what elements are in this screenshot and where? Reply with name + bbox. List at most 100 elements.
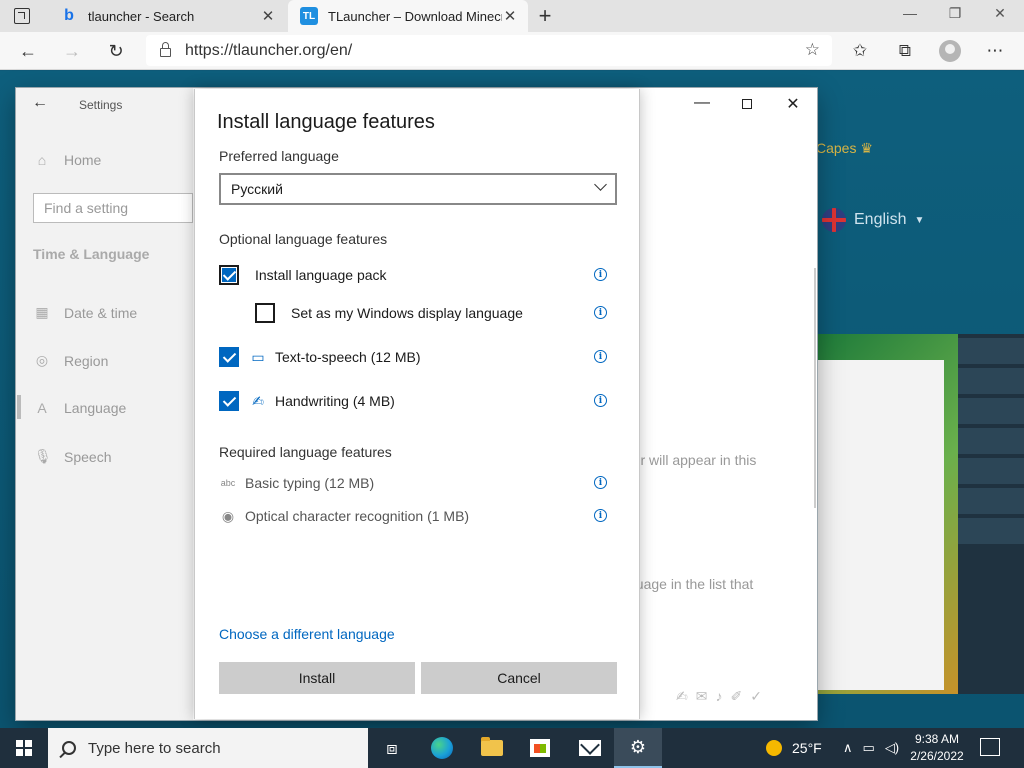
calendar-icon: ▦ [35, 304, 49, 320]
feature-label: Set as my Windows display language [291, 305, 523, 321]
menu-row[interactable] [958, 398, 1024, 424]
profile-button[interactable] [938, 39, 962, 63]
close-tab-icon[interactable]: ✕ [502, 7, 518, 25]
language-icon: A [37, 400, 47, 416]
info-icon[interactable]: i [594, 509, 607, 522]
sidebar-item-label: Speech [64, 448, 112, 465]
favorites-icon[interactable]: ✩ [848, 39, 872, 63]
site-language-selector[interactable]: English ▼ [822, 208, 924, 232]
start-button[interactable] [0, 728, 48, 768]
volume-icon[interactable]: ◁) [885, 740, 899, 756]
choose-different-language-link[interactable]: Choose a different language [219, 626, 395, 642]
tab-actions-icon[interactable] [14, 8, 30, 24]
menu-row[interactable] [958, 428, 1024, 454]
more-menu-icon[interactable]: ⋯ [983, 39, 1007, 63]
sidebar-item-label: Date & time [64, 304, 138, 321]
menu-row[interactable] [958, 338, 1024, 364]
back-arrow-icon[interactable]: ← [32, 94, 48, 112]
tts-icon: ▭ [251, 348, 265, 365]
sidebar-item-date-time[interactable]: ▦ Date & time [34, 304, 137, 321]
install-language-dialog: Install language features Preferred lang… [194, 89, 640, 719]
site-news-panel [816, 360, 944, 690]
tab-bing-search[interactable]: b tlauncher - Search ✕ [48, 0, 286, 32]
info-icon[interactable]: i [594, 306, 607, 319]
home-icon: ⌂ [37, 152, 47, 168]
menu-row[interactable] [958, 488, 1024, 514]
feature-display-language[interactable]: Set as my Windows display language i [255, 300, 617, 326]
info-icon[interactable]: i [594, 476, 607, 489]
search-placeholder: Type here to search [88, 739, 221, 757]
forward-button[interactable]: → [60, 39, 84, 63]
weather-widget[interactable]: 25°F [766, 728, 822, 768]
minimize-browser-button[interactable]: — [899, 5, 921, 21]
restore-browser-button[interactable]: ❐ [944, 5, 966, 22]
feature-basic-typing: abc Basic typing (12 MB) i [219, 470, 617, 496]
find-setting-input[interactable]: Find a setting [33, 193, 193, 223]
scrollbar[interactable] [814, 268, 816, 508]
minimize-button[interactable]: — [690, 94, 714, 112]
back-button[interactable]: ← [16, 39, 40, 63]
checkbox[interactable] [219, 391, 239, 411]
tl-icon: TL [300, 7, 318, 25]
store-button[interactable] [516, 728, 564, 768]
collections-icon[interactable]: ⧉ [893, 39, 917, 63]
network-icon[interactable]: ▭ [863, 740, 875, 756]
uk-flag-icon [822, 208, 846, 232]
browser-tab-strip: b tlauncher - Search ✕ TL TLauncher – Do… [0, 0, 1024, 32]
feature-label: Optical character recognition (1 MB) [245, 508, 470, 524]
info-icon[interactable]: i [594, 394, 607, 407]
sidebar-item-language[interactable]: A Language [34, 400, 126, 416]
search-icon [62, 741, 76, 755]
file-explorer-button[interactable] [468, 728, 516, 768]
cancel-button[interactable]: Cancel [421, 662, 617, 694]
content-text-fragment: guage in the list that [628, 576, 754, 592]
globe-icon: ◎ [35, 352, 49, 368]
close-browser-button[interactable]: ✕ [989, 5, 1011, 22]
tab-title: tlauncher - Search [88, 8, 195, 24]
sidebar-item-speech[interactable]: 🎙 Speech [34, 448, 111, 465]
feature-text-to-speech[interactable]: ▭ Text-to-speech (12 MB) i [219, 344, 617, 370]
refresh-button[interactable]: ↻ [104, 39, 128, 63]
preferred-language-dropdown[interactable]: Русский [219, 173, 617, 205]
close-button[interactable]: ✕ [781, 94, 805, 114]
clock-time: 9:38 AM [914, 732, 960, 746]
site-capes-link[interactable]: Capes ♛ [816, 140, 873, 157]
capes-label: Capes [816, 140, 857, 156]
info-icon[interactable]: i [594, 350, 607, 363]
info-icon[interactable]: i [594, 268, 607, 281]
taskbar-search-input[interactable]: Type here to search [48, 728, 368, 768]
mail-icon [579, 740, 601, 756]
new-tab-button[interactable]: + [534, 3, 556, 29]
address-bar[interactable]: https://tlauncher.org/en/ ☆ [146, 35, 832, 66]
language-feature-icons: ✍✉♪✐✓ [676, 688, 770, 704]
clock[interactable]: 9:38 AM 2/26/2022 [900, 731, 974, 765]
mail-button[interactable] [566, 728, 614, 768]
taskbar: Type here to search ⧈ ⚙ 25°F ∧ ▭ ◁) 9:38… [0, 728, 1024, 768]
edge-icon [431, 737, 453, 759]
tab-tlauncher[interactable]: TL TLauncher – Download Minecraf ✕ [288, 0, 528, 32]
add-favorite-icon[interactable]: ☆ [805, 40, 820, 60]
menu-row[interactable] [958, 368, 1024, 394]
install-button[interactable]: Install [219, 662, 415, 694]
bing-icon: b [64, 7, 74, 24]
settings-taskbar-button[interactable]: ⚙ [614, 728, 662, 768]
menu-row[interactable] [958, 518, 1024, 544]
task-view-icon[interactable]: ⧈ [368, 728, 416, 768]
notification-icon[interactable] [980, 738, 1000, 756]
chevron-up-icon[interactable]: ∧ [843, 740, 853, 756]
edge-taskbar-button[interactable] [418, 728, 466, 768]
dropdown-value: Русский [231, 181, 283, 197]
checkbox[interactable] [219, 265, 239, 285]
sidebar-item-region[interactable]: ◎ Region [34, 352, 108, 369]
maximize-button[interactable] [735, 94, 759, 109]
checkbox[interactable] [219, 347, 239, 367]
feature-install-language-pack[interactable]: Install language pack i [219, 262, 617, 288]
sidebar-item-home[interactable]: ⌂ Home [34, 152, 102, 168]
preferred-language-label: Preferred language [219, 148, 339, 164]
close-tab-icon[interactable]: ✕ [260, 7, 276, 25]
handwriting-icon: ✍ [252, 392, 264, 409]
menu-row[interactable] [958, 458, 1024, 484]
checkbox[interactable] [255, 303, 275, 323]
feature-handwriting[interactable]: ✍ Handwriting (4 MB) i [219, 388, 617, 414]
lock-icon[interactable] [160, 42, 171, 57]
